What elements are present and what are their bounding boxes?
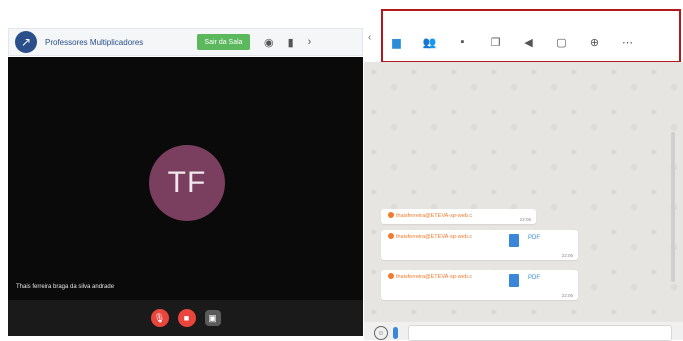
message-sender: thaisferreira@ETEVA-sp-web.c (388, 273, 472, 280)
copy-icon[interactable]: ❐ (479, 36, 512, 49)
globe-icon[interactable]: ⊕ (578, 36, 611, 49)
camera-off-icon[interactable]: ■ (177, 309, 196, 327)
call-controls: 🎙 ■ ▣ (8, 300, 363, 336)
participant-avatar: TF (149, 145, 225, 221)
leave-room-button[interactable]: Sair da Sala (197, 34, 250, 50)
chat-scrollbar[interactable] (671, 132, 675, 282)
whiteboard-icon[interactable]: ▢ (545, 36, 578, 49)
meeting-app: ↗ Professores Multiplicadores Sair da Sa… (0, 9, 683, 341)
meeting-title: Professores Multiplicadores (45, 37, 144, 47)
video-area: TF Thais ferreira braga da silva andrade (8, 57, 363, 300)
chat-icon[interactable]: ▆ (380, 36, 413, 49)
participant-name: Thais ferreira braga da silva andrade (16, 284, 115, 290)
chevron-left-icon[interactable]: ‹ (368, 32, 371, 43)
chat-message: thaisferreira@ETEVA-sp-web.c PDF 22:06 (381, 230, 578, 260)
chat-message: thaisferreira@ETEVA-sp-web.c 22:06 (381, 209, 536, 224)
broadcast-icon[interactable]: ◀ (512, 36, 545, 49)
message-sender: thaisferreira@ETEVA-sp-web.c (388, 212, 472, 219)
mic-off-icon[interactable]: 🎙 (150, 309, 169, 327)
file-icon[interactable] (509, 234, 519, 247)
layout-icon[interactable]: ▮ (288, 36, 294, 49)
screen-share-icon[interactable]: ▣ (204, 310, 221, 326)
chat-messages[interactable]: thaisferreira@ETEVA-sp-web.c 22:06 thais… (364, 62, 683, 322)
attachment-label[interactable]: PDF (528, 235, 540, 241)
video-header: ↗ Professores Multiplicadores Sair da Sa… (8, 28, 363, 56)
message-time: 22:06 (561, 293, 573, 298)
attach-icon[interactable] (393, 327, 398, 339)
chat-message: thaisferreira@ETEVA-sp-web.c PDF 22:06 (381, 270, 578, 300)
chevron-right-icon[interactable]: › (308, 36, 312, 48)
notes-icon[interactable]: ▪ (446, 36, 479, 48)
message-sender: thaisferreira@ETEVA-sp-web.c (388, 233, 472, 240)
app-logo-icon: ↗ (15, 31, 37, 53)
message-time: 22:06 (519, 217, 531, 222)
file-icon[interactable] (509, 274, 519, 287)
chat-toolbar: ▆ 👥 ▪ ❐ ◀ ▢ ⊕ ⋯ (380, 22, 683, 62)
message-time: 22:06 (561, 253, 573, 258)
chat-input-bar: ☺ (364, 322, 683, 341)
eye-icon[interactable]: ◉ (264, 36, 274, 49)
users-icon[interactable]: 👥 (413, 36, 446, 49)
attachment-label[interactable]: PDF (528, 275, 540, 281)
more-icon[interactable]: ⋯ (611, 36, 644, 49)
emoji-icon[interactable]: ☺ (374, 326, 388, 340)
message-input[interactable] (408, 325, 672, 341)
